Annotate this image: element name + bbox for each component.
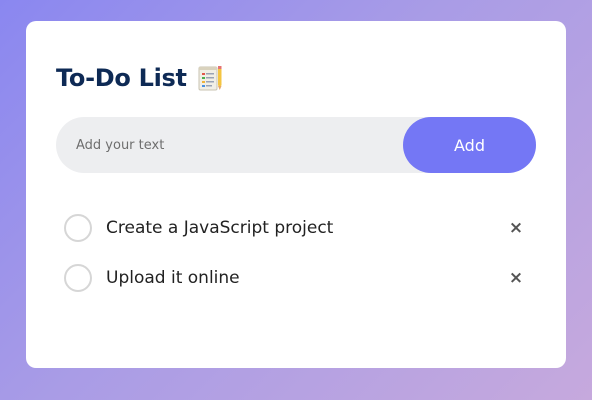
task-text[interactable]: Upload it online — [106, 268, 240, 288]
task-item[interactable]: Create a JavaScript project × — [64, 203, 526, 253]
notepad-icon — [197, 64, 223, 92]
unchecked-circle-icon[interactable] — [64, 214, 92, 242]
todo-card: To-Do List Add Cre — [26, 21, 566, 368]
title-row: To-Do List — [56, 64, 223, 92]
task-input-row: Add — [56, 117, 536, 173]
task-item[interactable]: Upload it online × — [64, 253, 526, 303]
task-text-input[interactable] — [76, 117, 396, 173]
page-title: To-Do List — [56, 64, 187, 92]
add-button[interactable]: Add — [403, 117, 536, 173]
task-list: Create a JavaScript project × Upload it … — [64, 203, 526, 303]
delete-icon[interactable]: × — [506, 218, 526, 238]
delete-icon[interactable]: × — [506, 268, 526, 288]
unchecked-circle-icon[interactable] — [64, 264, 92, 292]
task-text[interactable]: Create a JavaScript project — [106, 218, 333, 238]
notepad-icon-svg — [198, 66, 222, 91]
